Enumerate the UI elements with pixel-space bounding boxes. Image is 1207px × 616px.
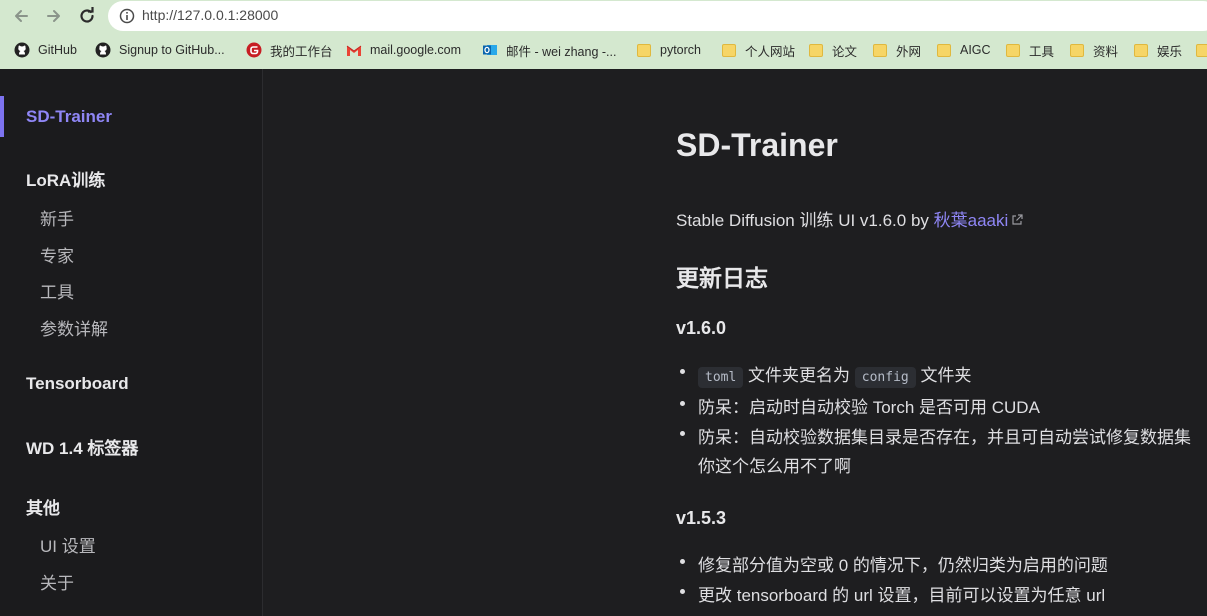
forward-button[interactable] bbox=[42, 4, 66, 28]
bookmark-label: AIGC bbox=[960, 43, 991, 57]
external-link-icon bbox=[1012, 214, 1023, 225]
sidebar-item-sd-trainer[interactable]: SD-Trainer bbox=[26, 107, 112, 127]
bookmark-label: GitHub bbox=[38, 43, 77, 57]
info-icon[interactable] bbox=[119, 8, 135, 24]
author-link[interactable]: 秋葉aaaki bbox=[934, 211, 1009, 230]
list-item: 防呆：自动校验数据集目录是否存在，并且可自动尝试修复数据集 bbox=[680, 423, 1191, 448]
folder-icon bbox=[636, 42, 652, 58]
address-row: http://127.0.0.1:28000 bbox=[0, 0, 1207, 32]
sidebar-section-lora[interactable]: LoRA训练 bbox=[26, 166, 105, 191]
list-item: 修复部分值为空或 0 的情况下，仍然归类为启用的问题 bbox=[680, 551, 1108, 576]
bookmark-folder-tools[interactable]: 工具 bbox=[1005, 36, 1054, 64]
bookmark-workbench[interactable]: 我的工作台 bbox=[246, 36, 333, 64]
active-indicator bbox=[0, 96, 4, 137]
sidebar-item-beginner[interactable]: 新手 bbox=[40, 205, 74, 230]
back-button[interactable] bbox=[9, 4, 33, 28]
page-title: SD-Trainer bbox=[676, 127, 838, 163]
forward-arrow-icon bbox=[47, 10, 60, 22]
folder-icon bbox=[872, 42, 888, 58]
sidebar-item-tools[interactable]: 工具 bbox=[40, 278, 74, 303]
folder-icon bbox=[936, 42, 952, 58]
folder-icon bbox=[1069, 42, 1085, 58]
folder-icon bbox=[721, 42, 737, 58]
bookmark-folder-materials[interactable]: 资料 bbox=[1069, 36, 1118, 64]
reload-icon bbox=[80, 7, 94, 23]
bookmark-signup-github[interactable]: Signup to GitHub... bbox=[95, 36, 225, 64]
reload-button[interactable] bbox=[75, 4, 99, 28]
subtitle-text: Stable Diffusion 训练 UI v1.6.0 by bbox=[676, 211, 934, 230]
bookmark-label: 论文 bbox=[832, 44, 858, 59]
bookmark-label: 个人网站 bbox=[745, 44, 796, 59]
outlook-icon bbox=[482, 42, 498, 58]
bookmark-github[interactable]: GitHub bbox=[14, 36, 77, 64]
bookmark-folder-external[interactable]: 外网 bbox=[872, 36, 921, 64]
list-item: toml 文件夹更名为 config 文件夹 bbox=[679, 361, 971, 388]
bookmark-label: 娱乐 bbox=[1157, 44, 1183, 59]
list-item: 防呆：启动时自动校验 Torch 是否可用 CUDA bbox=[680, 393, 1040, 418]
list-item-continuation: 你这个怎么用不了啊 bbox=[698, 457, 851, 476]
bookmark-label: 邮件 - wei zhang -... bbox=[506, 44, 617, 59]
code-config: config bbox=[854, 367, 916, 388]
sidebar-item-params[interactable]: 参数详解 bbox=[40, 315, 108, 340]
bookmark-gmail[interactable]: mail.google.com bbox=[346, 36, 461, 64]
bookmark-folder-aigc[interactable]: AIGC bbox=[936, 36, 991, 64]
address-bar[interactable]: http://127.0.0.1:28000 bbox=[108, 1, 1207, 31]
bookmark-label: 外网 bbox=[896, 44, 922, 59]
bookmark-label: 资料 bbox=[1093, 44, 1119, 59]
code-toml: toml bbox=[698, 367, 744, 388]
bookmark-outlook[interactable]: 邮件 - wei zhang -... bbox=[482, 36, 616, 64]
github-icon bbox=[95, 42, 111, 58]
bookmark-folder-overflow[interactable] bbox=[1195, 36, 1207, 64]
github-icon bbox=[14, 42, 30, 58]
sidebar-item-tagger[interactable]: WD 1.4 标签器 bbox=[26, 434, 138, 459]
bookmark-folder-entertainment[interactable]: 娱乐 bbox=[1133, 36, 1182, 64]
sidebar-item-about[interactable]: 关于 bbox=[40, 569, 74, 594]
back-arrow-icon bbox=[15, 10, 28, 22]
sidebar-item-ui-settings[interactable]: UI 设置 bbox=[40, 532, 96, 557]
bookmark-label: 我的工作台 bbox=[270, 44, 333, 59]
subtitle: Stable Diffusion 训练 UI v1.6.0 by 秋葉aaaki bbox=[676, 206, 1023, 231]
bookmark-label: pytorch bbox=[660, 43, 701, 57]
gmail-icon bbox=[346, 42, 362, 58]
folder-icon bbox=[1195, 42, 1207, 58]
bookmark-label: 工具 bbox=[1029, 44, 1055, 59]
folder-icon bbox=[1005, 42, 1021, 58]
version-heading-v160: v1.6.0 bbox=[676, 318, 727, 338]
sidebar-item-expert[interactable]: 专家 bbox=[40, 242, 74, 267]
sidebar: SD-Trainer LoRA训练 新手 专家 工具 参数详解 Tensorbo… bbox=[0, 69, 263, 616]
bookmark-label: Signup to GitHub... bbox=[119, 43, 225, 57]
url-text[interactable]: http://127.0.0.1:28000 bbox=[142, 7, 278, 23]
version-heading-v153: v1.5.3 bbox=[676, 508, 727, 528]
browser-chrome: http://127.0.0.1:28000 GitHub Signup to … bbox=[0, 0, 1207, 69]
gitee-icon bbox=[246, 42, 262, 58]
folder-icon bbox=[808, 42, 824, 58]
sidebar-section-other[interactable]: 其他 bbox=[26, 494, 60, 519]
bookmark-folder-papers[interactable]: 论文 bbox=[808, 36, 857, 64]
bookmarks-bar: GitHub Signup to GitHub... 我的工作台 mail.go… bbox=[0, 36, 1207, 64]
list-item: 更改 tensorboard 的 url 设置，目前可以设置为任意 url bbox=[679, 581, 1105, 606]
bookmark-folder-personal-site[interactable]: 个人网站 bbox=[721, 36, 795, 64]
bookmark-label: mail.google.com bbox=[370, 43, 462, 57]
folder-icon bbox=[1133, 42, 1149, 58]
main-content: SD-Trainer Stable Diffusion 训练 UI v1.6.0… bbox=[264, 69, 1207, 616]
bookmark-folder-pytorch[interactable]: pytorch bbox=[636, 36, 701, 64]
sidebar-item-tensorboard[interactable]: Tensorboard bbox=[26, 374, 129, 394]
changelog-heading: 更新日志 bbox=[676, 265, 768, 291]
